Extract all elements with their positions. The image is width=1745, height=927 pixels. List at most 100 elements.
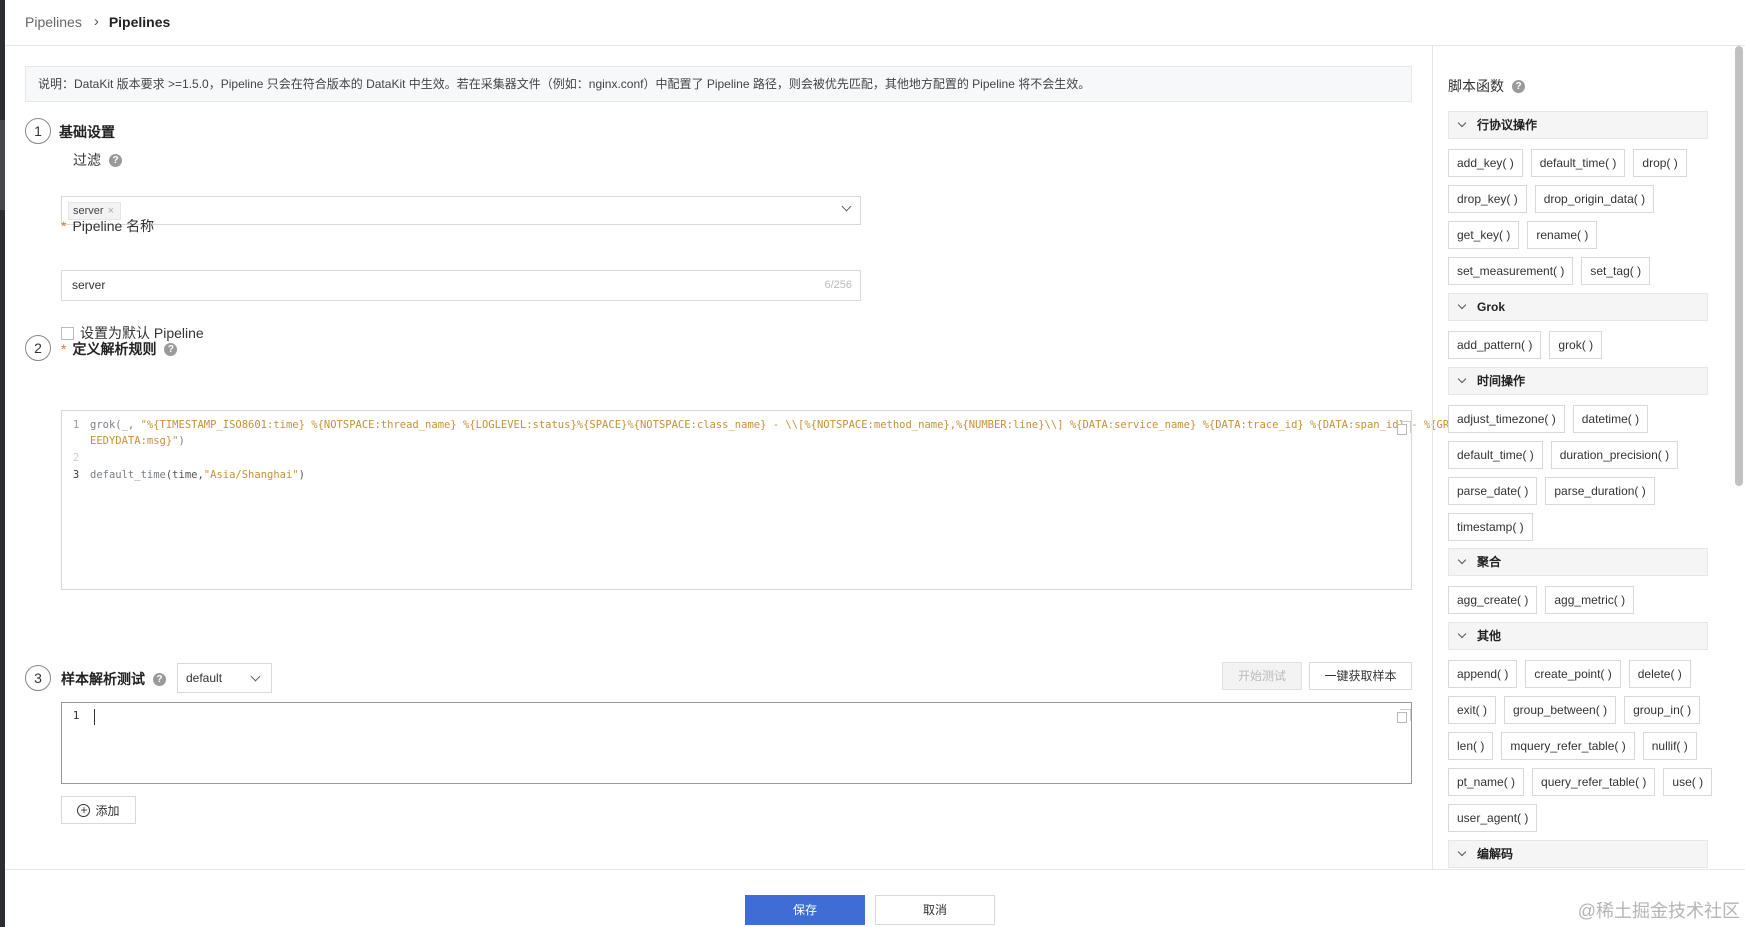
line-number: 1	[72, 419, 80, 431]
function-chip[interactable]: timestamp( )	[1448, 513, 1533, 541]
panel-title-text: 脚本函数	[1448, 78, 1504, 94]
function-chip[interactable]: delete( )	[1628, 660, 1691, 688]
main-form: 说明：DataKit 版本要求 >=1.5.0，Pipeline 只会在符合版本…	[5, 46, 1449, 869]
start-test-button[interactable]: 开始测试	[1222, 662, 1302, 690]
function-chip[interactable]: parse_date( )	[1448, 477, 1538, 505]
fetch-sample-button[interactable]: 一键获取样本	[1309, 662, 1412, 690]
code-string: "Asia/Shanghai"	[203, 469, 299, 481]
help-icon[interactable]: ?	[109, 153, 122, 167]
chips-time: adjust_timezone( ) datetime( ) default_t…	[1448, 405, 1718, 541]
help-icon[interactable]: ?	[164, 342, 178, 356]
chips-other: append( ) create_point( ) delete( ) exit…	[1448, 660, 1718, 832]
pipeline-name-input[interactable]: server 6/256	[61, 270, 861, 301]
help-icon[interactable]: ?	[1512, 79, 1525, 93]
add-sample-button[interactable]: + 添加	[61, 796, 136, 824]
line-number: 2	[72, 452, 80, 464]
watermark: @稀土掘金技术社区	[1577, 901, 1740, 921]
filter-label: 过滤 ?	[73, 150, 122, 170]
function-chip[interactable]: adjust_timezone( )	[1448, 405, 1565, 433]
function-chip[interactable]: group_between( )	[1504, 696, 1617, 724]
function-chip[interactable]: append( )	[1448, 660, 1518, 688]
function-chip[interactable]: user_agent( )	[1448, 804, 1538, 832]
function-chip[interactable]: set_measurement( )	[1448, 257, 1574, 285]
code-fn: grok(_,	[90, 419, 141, 431]
step-3-title-text: 样本解析测试	[61, 671, 145, 687]
copy-icon[interactable]	[1397, 421, 1411, 435]
line-number: 1	[72, 709, 80, 722]
function-chip[interactable]: use( )	[1663, 768, 1713, 796]
top-bar: Pipelines › Pipelines	[5, 0, 1745, 46]
copy-icon[interactable]	[1397, 709, 1411, 723]
function-chip[interactable]: agg_create( )	[1448, 586, 1538, 614]
function-chip[interactable]: duration_precision( )	[1550, 441, 1679, 469]
code-text: default_time(time,"Asia/Shanghai")	[90, 469, 305, 481]
function-chip[interactable]: set_tag( )	[1581, 257, 1651, 285]
char-counter: 6/256	[824, 279, 852, 291]
function-chip[interactable]: mquery_refer_table( )	[1501, 732, 1635, 760]
function-chip[interactable]: datetime( )	[1572, 405, 1649, 433]
function-chip[interactable]: pt_name( )	[1448, 768, 1525, 796]
save-button[interactable]: 保存	[745, 895, 865, 925]
function-chip[interactable]: nullif( )	[1642, 732, 1697, 760]
group-aggregate[interactable]: 聚合	[1448, 548, 1708, 576]
required-mark: *	[61, 218, 67, 234]
breadcrumb-current: Pipelines	[108, 13, 171, 30]
step-3-number: 3	[25, 665, 51, 691]
chevron-right-icon: ›	[93, 13, 99, 30]
function-chip[interactable]: get_key( )	[1448, 221, 1520, 249]
footer-bar: 保存 取消 @稀土掘金技术社区	[5, 869, 1745, 927]
function-chip[interactable]: default_time( )	[1448, 441, 1543, 469]
code-line: 3 default_time(time,"Asia/Shanghai")	[62, 469, 305, 481]
step-1-title: 基础设置	[59, 122, 115, 142]
function-chip[interactable]: grok( )	[1549, 331, 1603, 359]
chips-aggregate: agg_create( ) agg_metric( )	[1448, 586, 1718, 614]
group-grok[interactable]: Grok	[1448, 293, 1708, 321]
pipeline-name-label: * Pipeline 名称	[61, 216, 154, 236]
code-punct: )	[178, 435, 185, 447]
step-3-title: 样本解析测试 ?	[61, 669, 166, 689]
chips-grok: add_pattern( ) grok( )	[1448, 331, 1718, 359]
function-chip[interactable]: create_point( )	[1525, 660, 1621, 688]
function-chip[interactable]: group_in( )	[1624, 696, 1701, 724]
function-chip[interactable]: parse_duration( )	[1545, 477, 1655, 505]
function-chip[interactable]: agg_metric( )	[1545, 586, 1635, 614]
function-chip[interactable]: query_refer_table( )	[1532, 768, 1656, 796]
help-icon[interactable]: ?	[153, 672, 166, 686]
filter-select[interactable]: server ×	[61, 196, 861, 225]
group-codec[interactable]: 编解码	[1448, 840, 1708, 868]
code-string: "%{TIMESTAMP_ISO8601:time} %{NOTSPACE:th…	[140, 419, 1450, 431]
step-2-number: 2	[25, 335, 51, 361]
step-2-title-text: 定义解析规则	[72, 341, 157, 357]
group-time[interactable]: 时间操作	[1448, 367, 1708, 395]
filter-label-text: 过滤	[73, 152, 101, 168]
function-chip[interactable]: default_time( )	[1530, 149, 1626, 177]
add-sample-label: 添加	[95, 803, 120, 818]
function-chip[interactable]: drop( )	[1633, 149, 1687, 177]
function-chip[interactable]: len( )	[1448, 732, 1494, 760]
function-chip[interactable]: exit( )	[1448, 696, 1496, 724]
code-line-wrap: EEDYDATA:msg}")	[62, 435, 185, 447]
code-args: (time,	[165, 469, 204, 481]
function-chip[interactable]: rename( )	[1527, 221, 1598, 249]
sample-select-value: default	[186, 671, 223, 685]
sample-input-editor[interactable]: 1	[61, 702, 1412, 784]
step-1-number: 1	[25, 118, 51, 144]
breadcrumb: Pipelines › Pipelines	[25, 13, 170, 30]
function-chip[interactable]: add_pattern( )	[1448, 331, 1542, 359]
default-pipeline-checkbox[interactable]	[61, 326, 74, 340]
sample-select[interactable]: default	[177, 663, 272, 693]
breadcrumb-root-link[interactable]: Pipelines	[25, 14, 82, 30]
panel-scrollbar[interactable]	[1735, 46, 1743, 486]
step-1-title-text: 基础设置	[59, 124, 115, 140]
function-chip[interactable]: drop_key( )	[1448, 185, 1527, 213]
group-line-protocol[interactable]: 行协议操作	[1448, 111, 1708, 139]
cancel-button[interactable]: 取消	[875, 895, 995, 925]
function-chip[interactable]: drop_origin_data( )	[1534, 185, 1655, 213]
chevron-down-icon	[841, 201, 852, 212]
chevron-down-icon	[250, 671, 261, 682]
code-string: EEDYDATA:msg}"	[90, 435, 179, 447]
rule-code-editor[interactable]: 1 grok(_, "%{TIMESTAMP_ISO8601:time} %{N…	[61, 410, 1449, 590]
group-other[interactable]: 其他	[1448, 622, 1708, 650]
function-chip[interactable]: add_key( )	[1448, 149, 1523, 177]
code-text: grok(_, "%{TIMESTAMP_ISO8601:time} %{NOT…	[90, 419, 1449, 431]
